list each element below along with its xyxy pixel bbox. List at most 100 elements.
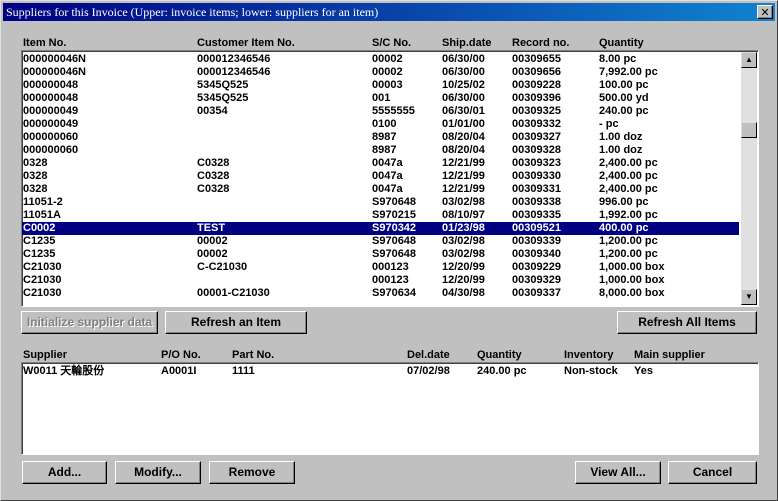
table-row[interactable]: 000000048 5345Q525 001 06/30/00 00309396 500.… (22, 92, 739, 105)
table-cell: 12/20/99 (442, 261, 485, 273)
table-row[interactable]: 000000048 5345Q525 00003 10/25/02 00309228 10… (22, 79, 739, 92)
items-col-header: Ship.date (442, 37, 492, 49)
title-bar[interactable]: Suppliers for this Invoice (Upper: invoi… (3, 3, 775, 21)
close-icon[interactable]: ✕ (757, 5, 773, 19)
table-cell: 000000060 (23, 144, 79, 156)
items-scrollbar[interactable]: ▲ ▼ (741, 52, 757, 305)
table-row[interactable]: C0002 TEST S970342 01/23/98 00309521 400.00 p… (22, 222, 739, 235)
table-cell: 100.00 pc (599, 79, 649, 91)
table-cell: 00003 (372, 79, 403, 91)
table-cell: C21030 (23, 261, 62, 273)
scroll-up-icon[interactable]: ▲ (741, 52, 757, 68)
table-row[interactable]: C1235 00002 S970648 03/02/98 00309339 1,200.0… (22, 235, 739, 248)
table-cell: 5345Q525 (197, 79, 249, 91)
table-cell: 00002 (372, 53, 403, 65)
table-cell: Yes (634, 365, 653, 377)
table-cell: 000000046N (23, 53, 87, 65)
table-row[interactable]: C21030 00001-C21030 S970634 04/30/98 0030933… (22, 287, 739, 300)
table-row[interactable]: 000000049 0100 01/01/00 00309332 - pc (22, 118, 739, 131)
table-cell: 12/21/99 (442, 183, 485, 195)
table-cell: 11051A (23, 209, 61, 221)
table-cell: S970648 (372, 248, 417, 260)
table-cell: 01/23/98 (442, 222, 485, 234)
table-cell: 000000048 (23, 92, 79, 104)
table-cell: A0001I (161, 365, 197, 377)
table-cell: 12/21/99 (442, 170, 485, 182)
table-cell: 8987 (372, 144, 397, 156)
cancel-button[interactable]: Cancel (668, 461, 757, 484)
table-cell: 0047a (372, 183, 403, 195)
refresh-all-items-button[interactable]: Refresh All Items (617, 311, 757, 334)
suppliers-col-header: Supplier (23, 349, 68, 361)
table-cell: C0002 (23, 222, 56, 234)
table-cell: 00309323 (512, 157, 561, 169)
table-cell: 240.00 pc (599, 105, 649, 117)
table-row[interactable]: 000000049 00354 5555555 06/30/01 00309325 240… (22, 105, 739, 118)
table-cell: 08/10/97 (442, 209, 485, 221)
scroll-thumb[interactable] (741, 122, 757, 138)
table-row[interactable]: 000000046N 000012346546 00002 06/30/00 00309… (22, 53, 739, 66)
table-cell: 00309337 (512, 287, 561, 299)
table-cell: 500.00 yd (599, 92, 649, 104)
add-button[interactable]: Add... (22, 461, 107, 484)
table-cell: 0328 (23, 170, 48, 182)
table-cell: - pc (599, 118, 619, 130)
table-cell: 00309328 (512, 144, 561, 156)
table-cell: 00309331 (512, 183, 561, 195)
table-cell: 00309332 (512, 118, 561, 130)
table-row[interactable]: 000000060 8987 08/20/04 00309327 1.00 doz (22, 131, 739, 144)
scroll-down-icon[interactable]: ▼ (741, 289, 757, 305)
table-cell: Non-stock (564, 365, 618, 377)
table-cell: S970215 (372, 209, 417, 221)
table-cell: C21030 (23, 274, 62, 286)
table-cell: C-C21030 (197, 261, 248, 273)
items-col-header: Quantity (599, 37, 644, 49)
table-row[interactable]: 0328 C0328 0047a 12/21/99 00309323 2,400.00 p… (22, 157, 739, 170)
table-cell: 10/25/02 (442, 79, 485, 91)
items-col-header: S/C No. (372, 37, 412, 49)
table-cell: 000123 (372, 261, 409, 273)
suppliers-col-header: P/O No. (161, 349, 201, 361)
table-row[interactable]: C1235 00002 S970648 03/02/98 00309340 1,200.0… (22, 248, 739, 261)
table-row[interactable]: 000000060 8987 08/20/04 00309328 1.00 doz (22, 144, 739, 157)
table-cell: 1,000.00 box (599, 274, 665, 286)
initialize-supplier-data-button[interactable]: Initialize supplier data (21, 311, 158, 334)
table-cell: 240.00 pc (477, 365, 527, 377)
refresh-item-button[interactable]: Refresh an Item (165, 311, 307, 334)
table-cell: 03/02/98 (442, 235, 485, 247)
table-cell: 000000048 (23, 79, 79, 91)
table-cell: 000000049 (23, 105, 79, 117)
table-cell: 5555555 (372, 105, 415, 117)
table-row[interactable]: C21030 C-C21030 000123 12/20/99 00309229 1,00… (22, 261, 739, 274)
table-cell: 001 (372, 92, 391, 104)
table-row[interactable]: W0011 天輪股份 A0001I 1111 07/02/98 240.00 pc Non… (22, 365, 756, 378)
table-cell: 1,992.00 pc (599, 209, 658, 221)
view-all-button[interactable]: View All... (575, 461, 661, 484)
table-cell: 8,000.00 box (599, 287, 665, 299)
table-row[interactable]: C21030 000123 12/20/99 00309329 1,000.00 box (22, 274, 739, 287)
table-cell: 03/02/98 (442, 248, 485, 260)
table-cell: 8.00 pc (599, 53, 637, 65)
table-cell: 1111 (232, 365, 255, 377)
table-cell: 000123 (372, 274, 409, 286)
suppliers-table[interactable]: W0011 天輪股份 A0001I 1111 07/02/98 240.00 pc Non… (21, 362, 759, 455)
table-cell: S970648 (372, 196, 417, 208)
table-cell: 1,200.00 pc (599, 235, 658, 247)
modify-button[interactable]: Modify... (115, 461, 201, 484)
table-row[interactable]: 0328 C0328 0047a 12/21/99 00309330 2,400.00 p… (22, 170, 739, 183)
table-cell: 00002 (197, 248, 228, 260)
remove-button[interactable]: Remove (209, 461, 295, 484)
table-cell: 000000049 (23, 118, 79, 130)
table-cell: 1,200.00 pc (599, 248, 658, 260)
table-row[interactable]: 11051-2 S970648 03/02/98 00309338 996.00 pc (22, 196, 739, 209)
table-row[interactable]: 0328 C0328 0047a 12/21/99 00309331 2,400.00 p… (22, 183, 739, 196)
items-table[interactable]: 000000046N 000012346546 00002 06/30/00 00309… (21, 50, 759, 307)
table-cell: 7,992.00 pc (599, 66, 658, 78)
table-cell: 00309521 (512, 222, 561, 234)
table-row[interactable]: 000000046N 000012346546 00002 06/30/00 00309… (22, 66, 739, 79)
table-cell: 00309655 (512, 53, 561, 65)
table-cell: 00354 (197, 105, 228, 117)
table-cell: 12/21/99 (442, 157, 485, 169)
table-row[interactable]: 11051A S970215 08/10/97 00309335 1,992.00 pc (22, 209, 739, 222)
suppliers-col-header: Part No. (232, 349, 275, 361)
